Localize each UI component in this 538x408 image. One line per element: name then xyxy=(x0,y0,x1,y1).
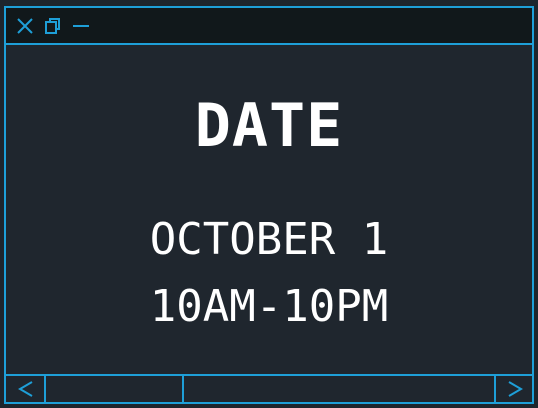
date-heading: DATE xyxy=(194,91,344,161)
close-icon[interactable] xyxy=(16,17,34,35)
restore-icon[interactable] xyxy=(44,17,62,35)
prev-button[interactable] xyxy=(6,376,46,402)
minimize-icon[interactable] xyxy=(72,17,90,35)
chevron-right-icon xyxy=(508,381,523,397)
window-titlebar xyxy=(6,8,532,45)
event-date: OCTOBER 1 xyxy=(149,214,389,265)
next-button[interactable] xyxy=(496,376,532,402)
window-content: DATE OCTOBER 1 10AM-10PM xyxy=(6,45,532,376)
bottombar-segment xyxy=(184,376,496,402)
event-window: DATE OCTOBER 1 10AM-10PM xyxy=(4,6,534,404)
event-hours: 10AM-10PM xyxy=(149,281,389,332)
chevron-left-icon xyxy=(18,381,33,397)
bottombar-segment xyxy=(46,376,184,402)
window-bottombar xyxy=(6,374,532,402)
